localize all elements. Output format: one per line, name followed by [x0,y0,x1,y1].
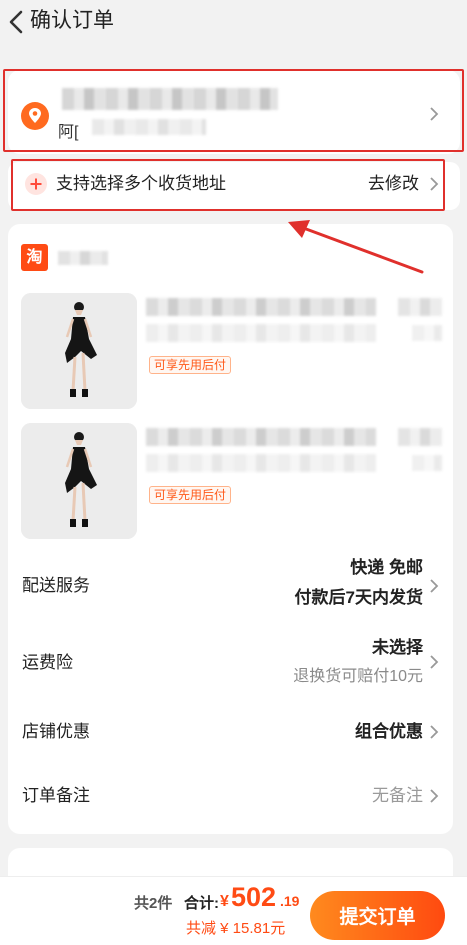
product-spec-redacted [146,454,376,472]
shop-name-redacted [58,251,108,265]
freight-insurance-sub: 退换货可赔付10元 [293,668,423,685]
item-count: 共2件 [134,895,173,912]
freight-insurance-value: 未选择 [372,638,423,657]
product-title-redacted [146,428,376,446]
order-note-label: 订单备注 [22,786,90,805]
delivery-chevron-right-icon[interactable] [428,578,440,594]
taobao-logo: 淘 [21,244,48,271]
pay-later-badge: 可享先用后付 [149,356,232,374]
product-qty-redacted [412,455,442,471]
total-currency: ¥ [220,893,229,910]
model-dress-image-icon [21,423,137,539]
total-label: 合计: [184,895,219,912]
address-highlight-box [3,69,464,152]
delivery-service-label: 配送服务 [22,576,90,595]
header: 确认订单 [0,0,467,46]
product-price-redacted [398,298,442,316]
discount-total: 共减 ¥ 15.81元 [186,920,286,937]
page-title: 确认订单 [30,9,114,32]
annotation-arrow-icon [288,220,424,274]
product-title-redacted [146,298,376,316]
product-image[interactable] [21,423,137,539]
freight-insurance-chevron-right-icon[interactable] [428,654,440,670]
product-image[interactable] [21,293,137,409]
product-qty-redacted [412,325,442,341]
model-dress-image-icon [21,293,137,409]
order-note-value[interactable]: 无备注 [372,784,423,808]
delivery-method: 快递 免邮 [350,558,423,577]
pay-later-badge: 可享先用后付 [149,486,232,504]
total-amount-integer: 502 [231,882,277,912]
shop-discount-chevron-right-icon[interactable] [428,724,440,740]
multi-address-highlight-box [11,159,445,211]
total-amount-decimal: .19 [280,893,300,909]
back-arrow-icon[interactable] [4,8,30,36]
shop-discount-value: 组合优惠 [355,722,423,741]
submit-order-button[interactable]: 提交订单 [310,891,445,940]
product-price-redacted [398,428,442,446]
freight-insurance-label: 运费险 [22,653,73,672]
shop-discount-label: 店铺优惠 [22,722,90,741]
delivery-time: 付款后7天内发货 [294,588,423,607]
product-spec-redacted [146,324,376,342]
order-note-chevron-right-icon[interactable] [428,788,440,804]
